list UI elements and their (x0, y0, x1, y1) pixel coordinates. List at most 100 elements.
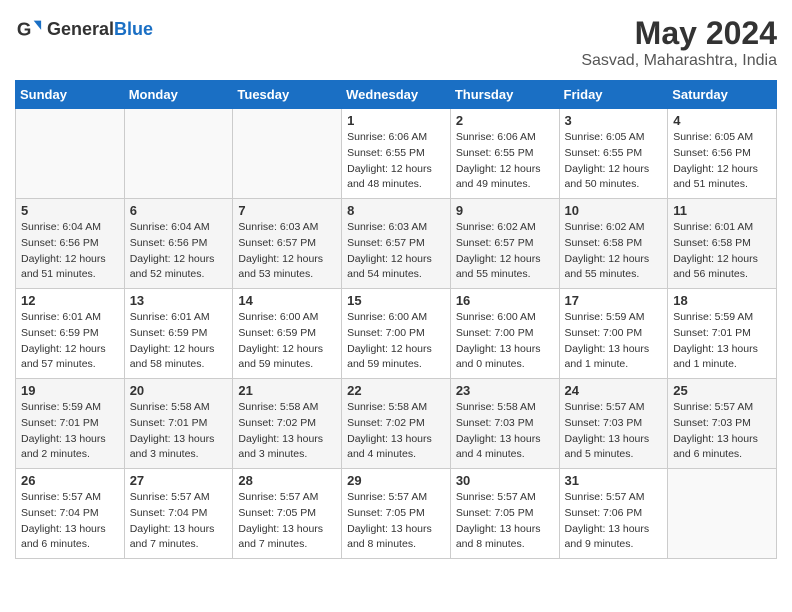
day-number: 29 (347, 473, 445, 488)
day-number: 21 (238, 383, 336, 398)
weekday-header-row: SundayMondayTuesdayWednesdayThursdayFrid… (16, 81, 777, 109)
day-info: Sunrise: 6:01 AM Sunset: 6:58 PM Dayligh… (673, 220, 771, 283)
calendar-cell: 11 Sunrise: 6:01 AM Sunset: 6:58 PM Dayli… (668, 199, 777, 289)
day-info: Sunrise: 5:58 AM Sunset: 7:03 PM Dayligh… (456, 400, 554, 463)
day-info: Sunrise: 6:01 AM Sunset: 6:59 PM Dayligh… (21, 310, 119, 373)
day-number: 20 (130, 383, 228, 398)
calendar-cell: 13 Sunrise: 6:01 AM Sunset: 6:59 PM Dayli… (124, 289, 233, 379)
day-number: 22 (347, 383, 445, 398)
logo-general-text: General (47, 19, 114, 39)
weekday-header-tuesday: Tuesday (233, 81, 342, 109)
calendar-cell: 28 Sunrise: 5:57 AM Sunset: 7:05 PM Dayli… (233, 469, 342, 559)
day-number: 6 (130, 203, 228, 218)
day-number: 10 (565, 203, 663, 218)
day-info: Sunrise: 6:03 AM Sunset: 6:57 PM Dayligh… (347, 220, 445, 283)
day-number: 2 (456, 113, 554, 128)
day-info: Sunrise: 5:58 AM Sunset: 7:02 PM Dayligh… (347, 400, 445, 463)
calendar-cell: 23 Sunrise: 5:58 AM Sunset: 7:03 PM Dayli… (450, 379, 559, 469)
logo-blue-text: Blue (114, 19, 153, 39)
day-number: 11 (673, 203, 771, 218)
day-info: Sunrise: 6:05 AM Sunset: 6:55 PM Dayligh… (565, 130, 663, 193)
calendar-cell: 27 Sunrise: 5:57 AM Sunset: 7:04 PM Dayli… (124, 469, 233, 559)
calendar-cell: 20 Sunrise: 5:58 AM Sunset: 7:01 PM Dayli… (124, 379, 233, 469)
calendar-cell: 15 Sunrise: 6:00 AM Sunset: 7:00 PM Dayli… (342, 289, 451, 379)
weekday-header-saturday: Saturday (668, 81, 777, 109)
calendar-week-row: 26 Sunrise: 5:57 AM Sunset: 7:04 PM Dayli… (16, 469, 777, 559)
day-number: 15 (347, 293, 445, 308)
calendar-cell: 26 Sunrise: 5:57 AM Sunset: 7:04 PM Dayli… (16, 469, 125, 559)
calendar-cell: 16Sunrise: 6:00 AM Sunset: 7:00 PM Dayli… (450, 289, 559, 379)
calendar-cell: 1Sunrise: 6:06 AM Sunset: 6:55 PM Daylig… (342, 109, 451, 199)
calendar-cell: 7 Sunrise: 6:03 AM Sunset: 6:57 PM Daylig… (233, 199, 342, 289)
weekday-header-sunday: Sunday (16, 81, 125, 109)
calendar-week-row: 5Sunrise: 6:04 AM Sunset: 6:56 PM Daylig… (16, 199, 777, 289)
svg-text:G: G (17, 19, 32, 40)
day-info: Sunrise: 6:04 AM Sunset: 6:56 PM Dayligh… (21, 220, 119, 283)
day-number: 27 (130, 473, 228, 488)
day-info: Sunrise: 5:57 AM Sunset: 7:05 PM Dayligh… (238, 490, 336, 553)
calendar-cell: 9 Sunrise: 6:02 AM Sunset: 6:57 PM Daylig… (450, 199, 559, 289)
day-number: 24 (565, 383, 663, 398)
calendar-cell: 29 Sunrise: 5:57 AM Sunset: 7:05 PM Dayli… (342, 469, 451, 559)
title-block: May 2024 Sasvad, Maharashtra, India (581, 15, 777, 70)
calendar-week-row: 12 Sunrise: 6:01 AM Sunset: 6:59 PM Dayli… (16, 289, 777, 379)
day-info: Sunrise: 5:57 AM Sunset: 7:04 PM Dayligh… (130, 490, 228, 553)
day-info: Sunrise: 5:59 AM Sunset: 7:00 PM Dayligh… (565, 310, 663, 373)
page-header: G GeneralBlue May 2024 Sasvad, Maharasht… (15, 15, 777, 70)
day-number: 26 (21, 473, 119, 488)
day-info: Sunrise: 6:00 AM Sunset: 6:59 PM Dayligh… (238, 310, 336, 373)
calendar-cell: 12 Sunrise: 6:01 AM Sunset: 6:59 PM Dayli… (16, 289, 125, 379)
day-info: Sunrise: 5:57 AM Sunset: 7:03 PM Dayligh… (673, 400, 771, 463)
calendar-cell: 5Sunrise: 6:04 AM Sunset: 6:56 PM Daylig… (16, 199, 125, 289)
day-number: 3 (565, 113, 663, 128)
day-info: Sunrise: 6:00 AM Sunset: 7:00 PM Dayligh… (347, 310, 445, 373)
day-info: Sunrise: 5:57 AM Sunset: 7:06 PM Dayligh… (565, 490, 663, 553)
day-number: 1 (347, 113, 445, 128)
day-info: Sunrise: 5:59 AM Sunset: 7:01 PM Dayligh… (673, 310, 771, 373)
day-number: 13 (130, 293, 228, 308)
day-info: Sunrise: 6:03 AM Sunset: 6:57 PM Dayligh… (238, 220, 336, 283)
calendar-cell: 3 Sunrise: 6:05 AM Sunset: 6:55 PM Daylig… (559, 109, 668, 199)
day-info: Sunrise: 6:05 AM Sunset: 6:56 PM Dayligh… (673, 130, 771, 193)
location-subtitle: Sasvad, Maharashtra, India (581, 52, 777, 70)
day-info: Sunrise: 6:00 AM Sunset: 7:00 PM Dayligh… (456, 310, 554, 373)
calendar-cell: 4 Sunrise: 6:05 AM Sunset: 6:56 PM Daylig… (668, 109, 777, 199)
calendar-cell (16, 109, 125, 199)
day-number: 28 (238, 473, 336, 488)
day-info: Sunrise: 6:02 AM Sunset: 6:58 PM Dayligh… (565, 220, 663, 283)
calendar-cell: 8 Sunrise: 6:03 AM Sunset: 6:57 PM Daylig… (342, 199, 451, 289)
day-info: Sunrise: 5:58 AM Sunset: 7:02 PM Dayligh… (238, 400, 336, 463)
calendar-cell (124, 109, 233, 199)
calendar-cell (233, 109, 342, 199)
day-info: Sunrise: 5:57 AM Sunset: 7:05 PM Dayligh… (347, 490, 445, 553)
calendar-cell: 19Sunrise: 5:59 AM Sunset: 7:01 PM Dayli… (16, 379, 125, 469)
calendar-week-row: 1 Sunrise: 6:06 AM Sunset: 6:55 PM Daylig… (16, 109, 777, 199)
calendar-cell: 6 Sunrise: 6:04 AM Sunset: 6:56 PM Daylig… (124, 199, 233, 289)
day-info: Sunrise: 6:06 AM Sunset: 6:55 PM Dayligh… (456, 130, 554, 193)
day-info: Sunrise: 5:58 AM Sunset: 7:01 PM Dayligh… (130, 400, 228, 463)
calendar-cell: 22 Sunrise: 5:58 AM Sunset: 7:02 PM Dayli… (342, 379, 451, 469)
calendar-cell: 21 Sunrise: 5:58 AM Sunset: 7:02 PM Dayli… (233, 379, 342, 469)
calendar-cell: 25Sunrise: 5:57 AM Sunset: 7:03 PM Dayli… (668, 379, 777, 469)
day-number: 4 (673, 113, 771, 128)
day-number: 9 (456, 203, 554, 218)
weekday-header-wednesday: Wednesday (342, 81, 451, 109)
day-number: 8 (347, 203, 445, 218)
day-info: Sunrise: 5:57 AM Sunset: 7:04 PM Dayligh… (21, 490, 119, 553)
day-number: 23 (456, 383, 554, 398)
day-info: Sunrise: 5:57 AM Sunset: 7:05 PM Dayligh… (456, 490, 554, 553)
day-info: Sunrise: 6:01 AM Sunset: 6:59 PM Dayligh… (130, 310, 228, 373)
day-info: Sunrise: 5:57 AM Sunset: 7:03 PM Dayligh… (565, 400, 663, 463)
weekday-header-thursday: Thursday (450, 81, 559, 109)
calendar-table: SundayMondayTuesdayWednesdayThursdayFrid… (15, 80, 777, 559)
calendar-cell: 31Sunrise: 5:57 AM Sunset: 7:06 PM Dayli… (559, 469, 668, 559)
day-number: 12 (21, 293, 119, 308)
calendar-cell: 14Sunrise: 6:00 AM Sunset: 6:59 PM Dayli… (233, 289, 342, 379)
calendar-cell: 2 Sunrise: 6:06 AM Sunset: 6:55 PM Daylig… (450, 109, 559, 199)
day-number: 7 (238, 203, 336, 218)
day-info: Sunrise: 6:04 AM Sunset: 6:56 PM Dayligh… (130, 220, 228, 283)
weekday-header-monday: Monday (124, 81, 233, 109)
calendar-cell: 10 Sunrise: 6:02 AM Sunset: 6:58 PM Dayli… (559, 199, 668, 289)
day-info: Sunrise: 6:02 AM Sunset: 6:57 PM Dayligh… (456, 220, 554, 283)
day-number: 30 (456, 473, 554, 488)
